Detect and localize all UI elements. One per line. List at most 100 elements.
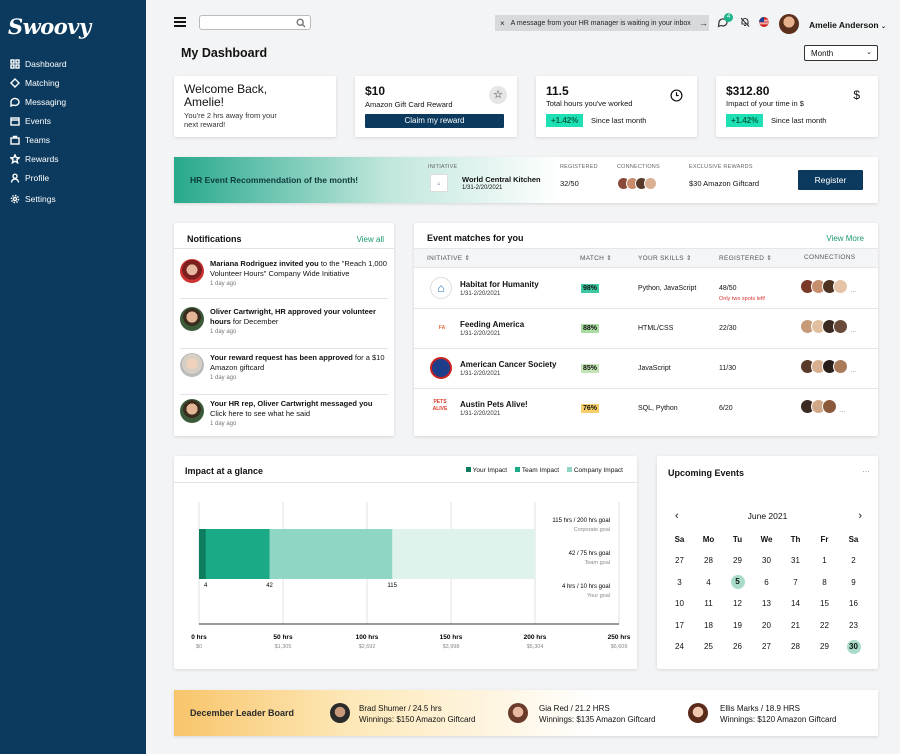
calendar-day[interactable]: 20	[752, 615, 781, 637]
calendar-day[interactable]: 18	[694, 615, 723, 637]
match-badge: 88%	[581, 324, 600, 333]
x-tick-label: 150 hrs	[440, 634, 463, 641]
leader-entry: Gia Red / 21.2 HRS Winnings: $135 Amazon …	[539, 703, 656, 725]
connections-avatars[interactable]	[617, 177, 657, 190]
calendar-day[interactable]: 29	[723, 550, 752, 572]
registered-cell: 11/30	[719, 365, 736, 372]
notification-item[interactable]: Your reward request has been approved fo…	[180, 353, 388, 395]
col-header-match[interactable]: MATCH ⇕	[580, 254, 612, 262]
bar-your-impact	[199, 529, 206, 579]
connections-avatars[interactable]: …	[800, 279, 857, 294]
calendar-day[interactable]: 21	[781, 615, 810, 637]
menu-icon[interactable]	[174, 17, 186, 27]
next-month-icon[interactable]: ›	[858, 510, 862, 522]
calendar-day[interactable]: 9	[839, 572, 868, 594]
table-row[interactable]: American Cancer Society 1/31-2/20/2021 8…	[414, 349, 878, 389]
star-icon[interactable]: ☆	[489, 86, 507, 104]
notification-item[interactable]: Mariana Rodriguez invited you to the "Re…	[180, 259, 388, 299]
calendar-day[interactable]: 26	[723, 636, 752, 658]
notification-text: Your HR rep, Oliver Cartwright messaged …	[210, 399, 388, 429]
calendar-day[interactable]: 4	[694, 572, 723, 594]
notification-toast[interactable]: × A message from your HR manager is wait…	[495, 15, 709, 31]
table-row[interactable]: FA Feeding America 1/31-2/20/2021 88% HT…	[414, 309, 878, 349]
more-icon[interactable]: …	[850, 367, 857, 374]
sidebar-item-teams[interactable]: Teams	[0, 130, 146, 149]
calendar-day[interactable]: 6	[752, 572, 781, 594]
avatar	[180, 353, 204, 377]
user-menu[interactable]: Amelie Anderson ⌄	[809, 20, 886, 30]
notification-item[interactable]: Oliver Cartwright, HR approved your volu…	[180, 307, 388, 349]
calendar-day[interactable]: 31	[781, 550, 810, 572]
view-more-link[interactable]: View More	[826, 234, 864, 243]
calendar-day[interactable]: 24	[665, 636, 694, 658]
sidebar-item-events[interactable]: Events	[0, 111, 146, 130]
period-select[interactable]: Month ⌄	[804, 45, 878, 61]
register-button[interactable]: Register	[798, 170, 863, 190]
calendar-day[interactable]: 30	[839, 636, 868, 658]
impact-chart: 0 hrs $0 50 hrs $1,305 100 hrs $2,692 150 hrs $…	[191, 502, 631, 650]
initiative-name[interactable]: World Central Kitchen	[462, 175, 541, 184]
calendar-day[interactable]: 22	[810, 615, 839, 637]
calendar-day[interactable]: 11	[694, 593, 723, 615]
registered-cell: 48/50	[719, 285, 737, 292]
connections-avatars[interactable]: …	[800, 319, 857, 334]
calendar-day[interactable]: 28	[694, 550, 723, 572]
hours-card: 11.5 Total hours you've worked +1.42% Si…	[536, 76, 697, 137]
avatar[interactable]	[779, 14, 799, 34]
calendar-day[interactable]: 12	[723, 593, 752, 615]
more-icon[interactable]: …	[839, 407, 846, 414]
view-all-link[interactable]: View all	[357, 235, 384, 244]
col-header-initiative[interactable]: INITIATIVE ⇕	[427, 254, 470, 262]
notification-item[interactable]: Your HR rep, Oliver Cartwright messaged …	[180, 399, 388, 429]
app-logo[interactable]: Swoovy	[8, 14, 91, 39]
sidebar-item-messaging[interactable]: Messaging	[0, 92, 146, 111]
calendar-day[interactable]: 3	[665, 572, 694, 594]
calendar-day[interactable]: 13	[752, 593, 781, 615]
event-matches-card: Event matches for you View More INITIATI…	[414, 223, 878, 436]
calendar-day[interactable]: 29	[810, 636, 839, 658]
notification-text: Mariana Rodriguez invited you to the "Re…	[210, 259, 388, 289]
calendar-day[interactable]: 7	[781, 572, 810, 594]
calendar-day[interactable]: 27	[665, 550, 694, 572]
sidebar-item-dashboard[interactable]: Dashboard	[0, 54, 146, 73]
calendar-day[interactable]: 2	[839, 550, 868, 572]
search-input[interactable]	[199, 15, 311, 30]
legend-item: Your Impact	[465, 467, 507, 474]
more-icon[interactable]: …	[862, 465, 870, 474]
table-row[interactable]: ⌂ Habitat for Humanity 1/31-2/20/2021 98…	[414, 269, 878, 309]
claim-reward-button[interactable]: Claim my reward	[365, 114, 504, 128]
calendar-day[interactable]: 28	[781, 636, 810, 658]
arrow-right-icon[interactable]: →	[699, 18, 708, 28]
close-icon[interactable]: ×	[500, 19, 505, 28]
more-icon[interactable]: …	[850, 327, 857, 334]
us-flag-icon[interactable]	[758, 16, 770, 28]
more-icon[interactable]: …	[850, 287, 857, 294]
search-icon[interactable]	[296, 18, 306, 28]
event-matches-title: Event matches for you	[427, 233, 524, 243]
calendar-day[interactable]: 14	[781, 593, 810, 615]
calendar-day[interactable]: 23	[839, 615, 868, 637]
exclusive-reward: $30 Amazon Giftcard	[689, 179, 760, 188]
calendar-day[interactable]: 1	[810, 550, 839, 572]
sidebar-item-settings[interactable]: Settings	[0, 189, 146, 208]
col-header-skills[interactable]: YOUR SKILLS ⇕	[638, 254, 692, 262]
calendar-day[interactable]: 16	[839, 593, 868, 615]
table-row[interactable]: PETS ALIVE Austin Pets Alive! 1/31-2/20/…	[414, 389, 878, 429]
calendar-day[interactable]: 27	[752, 636, 781, 658]
calendar-day[interactable]: 17	[665, 615, 694, 637]
calendar-day[interactable]: 10	[665, 593, 694, 615]
col-header-registered[interactable]: REGISTERED ⇕	[719, 254, 772, 262]
calendar-day[interactable]: 8	[810, 572, 839, 594]
sidebar-item-rewards[interactable]: Rewards	[0, 149, 146, 168]
connections-avatars[interactable]: …	[800, 359, 857, 374]
calendar-day[interactable]: 30	[752, 550, 781, 572]
connections-avatars[interactable]: …	[800, 399, 846, 414]
calendar-day[interactable]: 25	[694, 636, 723, 658]
sidebar-item-profile[interactable]: Profile	[0, 168, 146, 187]
bell-off-icon[interactable]	[739, 16, 751, 28]
calendar-day[interactable]: 19	[723, 615, 752, 637]
calendar-day[interactable]: 5	[723, 572, 752, 594]
sidebar-item-label: Rewards	[25, 153, 59, 164]
sidebar-item-matching[interactable]: Matching	[0, 73, 146, 92]
calendar-day[interactable]: 15	[810, 593, 839, 615]
